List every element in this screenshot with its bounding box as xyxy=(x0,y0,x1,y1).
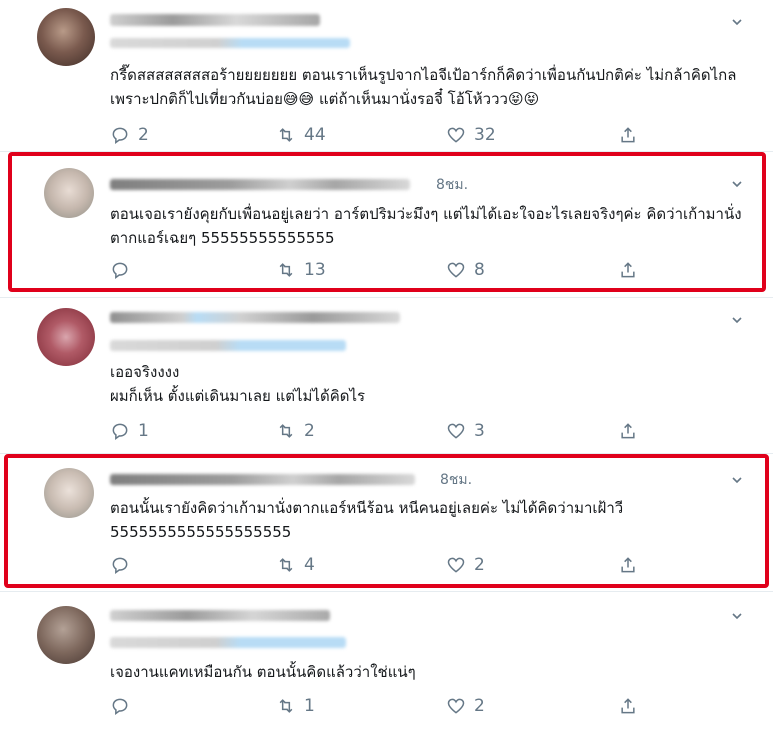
tweet-text: ตอนนั้นเรายังคิดว่าเก้ามานั่งตากแอร์หนีร… xyxy=(110,499,624,541)
like-count: 8 xyxy=(474,260,485,280)
retweet-count: 4 xyxy=(304,555,315,575)
share-icon xyxy=(621,557,635,573)
retweet-icon xyxy=(279,558,293,572)
tweet-actions: 13 8 xyxy=(110,259,650,281)
reply-icon xyxy=(112,262,128,280)
chevron-down-icon[interactable] xyxy=(731,178,743,190)
like-icon xyxy=(447,698,465,714)
share-button[interactable] xyxy=(618,124,646,146)
avatar[interactable] xyxy=(37,8,95,66)
reply-icon xyxy=(112,557,128,575)
share-icon xyxy=(621,698,635,714)
like-button[interactable]: 32 xyxy=(446,124,496,146)
tweet[interactable]: เจองานแคทเหมือนกัน ตอนนั้นคิดแล้วว่าใช่แ… xyxy=(0,592,773,731)
avatar[interactable] xyxy=(44,168,94,218)
avatar[interactable] xyxy=(37,606,95,664)
tweet-actions: 1 2 xyxy=(110,695,650,717)
display-name-blurred[interactable] xyxy=(110,14,320,26)
like-button[interactable]: 2 xyxy=(446,554,485,576)
share-icon xyxy=(621,127,635,143)
tweet-text: กรี๊ดสสสสสสสสอร้ายยยยยยย ตอนเราเห็นรูปจา… xyxy=(110,66,737,108)
reply-icon xyxy=(112,698,128,716)
retweet-icon xyxy=(279,128,293,142)
handle-blurred[interactable] xyxy=(110,637,346,648)
tweet[interactable]: 8ชม. ตอนเจอเรายังคุยกับเพื่อนอยู่เลยว่า … xyxy=(0,152,773,298)
like-count: 3 xyxy=(474,421,485,441)
retweet-count: 1 xyxy=(304,696,315,716)
tweet-text: เจองานแคทเหมือนกัน ตอนนั้นคิดแล้วว่าใช่แ… xyxy=(110,663,416,681)
like-button[interactable]: 3 xyxy=(446,420,485,442)
tweet-text: เออจริงงงง ผมก็เห็น ตั้งแต่เดินมาเลย แต่… xyxy=(110,363,366,405)
reply-button[interactable]: 2 xyxy=(110,124,149,146)
chevron-down-icon[interactable] xyxy=(731,610,743,622)
avatar[interactable] xyxy=(37,308,95,366)
chevron-down-icon[interactable] xyxy=(731,314,743,326)
handle-blurred[interactable] xyxy=(110,38,350,48)
share-button[interactable] xyxy=(618,420,646,442)
share-icon xyxy=(621,262,635,278)
reply-count: 1 xyxy=(138,421,149,441)
share-button[interactable] xyxy=(618,259,646,281)
tweet-time[interactable]: 8ชม. xyxy=(436,174,468,196)
retweet-button[interactable]: 44 xyxy=(276,124,326,146)
reply-button[interactable] xyxy=(110,695,138,717)
tweet[interactable]: เออจริงงงง ผมก็เห็น ตั้งแต่เดินมาเลย แต่… xyxy=(0,298,773,454)
reply-icon xyxy=(112,423,128,441)
retweet-count: 44 xyxy=(304,125,326,145)
like-button[interactable]: 8 xyxy=(446,259,485,281)
share-icon xyxy=(621,423,635,439)
reply-button[interactable] xyxy=(110,259,138,281)
tweet[interactable]: 8ชม. ตอนนั้นเรายังคิดว่าเก้ามานั่งตากแอร… xyxy=(0,454,773,592)
tweet-actions: 2 44 32 xyxy=(110,124,650,146)
retweet-button[interactable]: 2 xyxy=(276,420,315,442)
display-name-blurred[interactable] xyxy=(110,610,330,621)
chevron-down-icon[interactable] xyxy=(731,474,743,486)
avatar[interactable] xyxy=(44,468,94,518)
like-count: 32 xyxy=(474,125,496,145)
reply-button[interactable]: 1 xyxy=(110,420,149,442)
like-icon xyxy=(447,127,465,143)
display-name-blurred[interactable] xyxy=(110,312,400,323)
share-button[interactable] xyxy=(618,695,646,717)
reply-button[interactable] xyxy=(110,554,138,576)
display-name-blurred[interactable] xyxy=(110,474,415,485)
like-icon xyxy=(447,423,465,439)
handle-blurred[interactable] xyxy=(110,340,346,351)
retweet-count: 13 xyxy=(304,260,326,280)
chevron-down-icon[interactable] xyxy=(731,16,743,28)
retweet-icon xyxy=(279,424,293,438)
display-name-blurred[interactable] xyxy=(110,179,410,190)
retweet-button[interactable]: 4 xyxy=(276,554,315,576)
reply-count: 2 xyxy=(138,125,149,145)
share-button[interactable] xyxy=(618,554,646,576)
retweet-icon xyxy=(279,699,293,713)
like-icon xyxy=(447,262,465,278)
tweet-actions: 4 2 xyxy=(110,554,650,576)
like-count: 2 xyxy=(474,696,485,716)
tweet[interactable]: กรี๊ดสสสสสสสสอร้ายยยยยยย ตอนเราเห็นรูปจา… xyxy=(0,0,773,152)
tweet-text: ตอนเจอเรายังคุยกับเพื่อนอยู่เลยว่า อาร์ต… xyxy=(110,205,742,247)
retweet-button[interactable]: 1 xyxy=(276,695,315,717)
like-button[interactable]: 2 xyxy=(446,695,485,717)
tweet-time[interactable]: 8ชม. xyxy=(440,469,472,491)
like-icon xyxy=(447,557,465,573)
retweet-count: 2 xyxy=(304,421,315,441)
retweet-icon xyxy=(279,263,293,277)
retweet-button[interactable]: 13 xyxy=(276,259,326,281)
tweet-actions: 1 2 3 xyxy=(110,420,650,442)
like-count: 2 xyxy=(474,555,485,575)
reply-icon xyxy=(112,127,128,145)
